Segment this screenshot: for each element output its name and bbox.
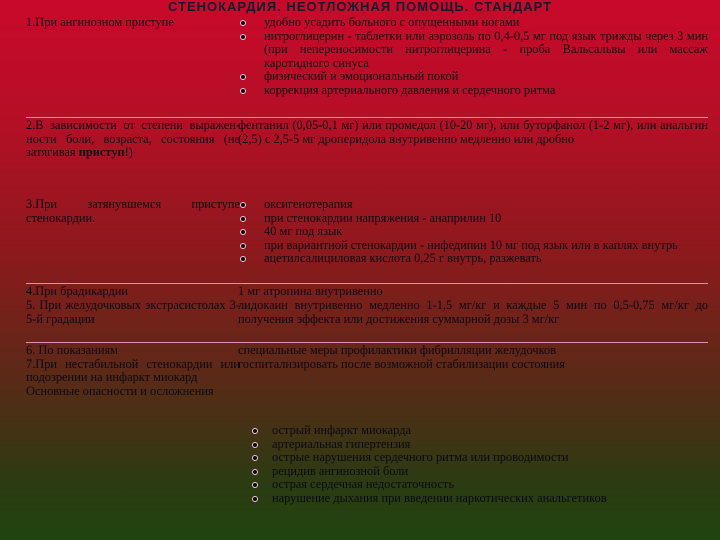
list-item: нарушение дыхания при введении наркотиче… [250,491,690,506]
row-label-text: 2.В зависимости от степени выражен-ности… [26,118,240,159]
list-item: коррекция артериального давления и серде… [238,83,708,98]
bullet-dot-icon [252,428,258,434]
bullet-dot-icon [252,441,258,448]
bullet-dot-icon [252,482,258,488]
row-label: 1.При ангинозном приступе [26,15,240,30]
bullet-dot-icon [240,87,246,94]
row-label-text: 1.При ангинозном приступе [26,15,174,29]
row-content: оксигенотерапия при стенокардии напряжен… [238,197,708,266]
row-label-text: 3.При затянувшемся приступе стенокардии. [26,197,240,225]
bullet-dot-icon [240,74,246,80]
row-label-text: Основные опасности и осложнения [26,383,214,398]
analgesia-text: фентанил (0,05-0,1 мг) или промедол (10-… [238,118,708,146]
bullet-list: острый инфаркт миокарда артериальная гип… [250,423,690,506]
list-item: рецидив ангинозной боли [250,464,690,479]
vf-prevention-text: специальные меры профилактики фибрилляци… [238,343,557,357]
list-item: острые нарушения сердечного ритма или пр… [250,450,690,465]
bullet-dot-icon [240,242,246,249]
list-item: артериальная гипертензия [250,437,690,452]
row-label: 2.В зависимости от степени выражен-ности… [26,118,240,160]
bullet-dot-icon [240,33,246,40]
list-item: ацетилсалициловая кислота 0,25 г внутрь,… [238,251,708,266]
list-item: острая сердечная недостаточность [250,477,690,492]
list-item: 40 мг под язык [238,224,708,239]
bullet-list: оксигенотерапия при стенокардии напряжен… [238,197,708,266]
row-content: 1 мг атропина внутривенно [238,284,708,299]
bullet-dot-icon [240,256,246,262]
bullet-dot-icon [252,468,258,475]
list-item: удобно усадить больного с опущенными ног… [238,15,708,30]
bullet-dot-icon [240,202,246,208]
bradycardia-text: 1 мг атропина внутривенно [238,284,383,298]
list-item: при стенокардии напряжения - анаприлин 1… [238,211,708,226]
row-label-text: 6. По показаниям [26,343,118,357]
bullet-dot-icon [240,215,246,222]
row-label: 6. По показаниям 7.При нестабильной стен… [26,343,240,398]
bullet-dot-icon [240,229,246,235]
row-label-text: 5. При желудочковых экстрасистолах 3-5-й… [26,298,240,326]
row-content: фентанил (0,05-0,1 мг) или промедол (10-… [238,118,708,146]
row-content: удобно усадить больного с опущенными ног… [238,15,708,98]
list-item: оксигенотерапия [238,197,708,212]
row-label-text: 7.При нестабильной стенокардии или подоз… [26,356,240,384]
attack-emphasis: приступ! [78,145,129,159]
list-item: острый инфаркт миокарда [250,423,690,438]
row-label: 5. При желудочковых экстрасистолах 3-5-й… [26,298,240,326]
row-label: 4.При брадикардии [26,284,240,299]
bullet-dot-icon [252,495,258,502]
row-label-text: 4.При брадикардии [26,284,129,298]
bullet-dot-icon [240,20,246,26]
lidocaine-text: лидокаин внутривенно медленно 1-1,5 мг/к… [238,298,708,326]
list-item: нитроглицерин - таблетки или аэрозоль по… [238,29,708,71]
slide-title: СТЕНОКАРДИЯ. НЕОТЛОЖНАЯ ПОМОЩЬ. СТАНДАРТ [167,0,553,14]
row-content: лидокаин внутривенно медленно 1-1,5 мг/к… [238,298,708,326]
bullet-list: удобно усадить больного с опущенными ног… [238,15,708,98]
hospitalization-text: госпитализировать после возможной стабил… [238,356,565,371]
row-label: 3.При затянувшемся приступе стенокардии. [26,197,240,225]
complications-list-wrap: острый инфаркт миокарда артериальная гип… [250,423,690,506]
list-item: при вариантной стенокардии - нифедипин 1… [238,238,708,253]
list-item: физический и эмоциональный покой [238,69,708,84]
bullet-dot-icon [252,455,258,461]
row-content: специальные меры профилактики фибрилляци… [238,343,708,371]
